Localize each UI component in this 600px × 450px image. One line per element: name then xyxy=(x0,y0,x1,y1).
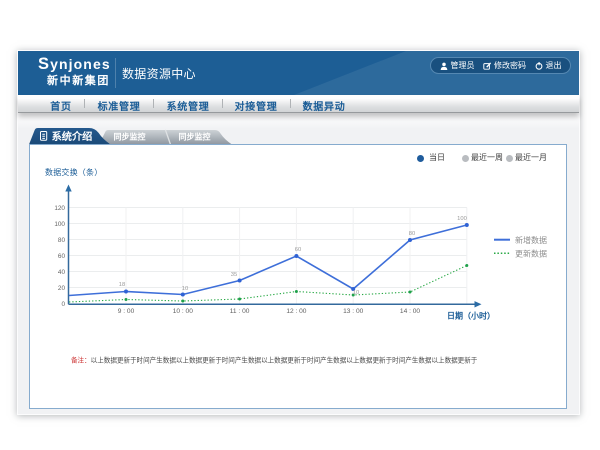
svg-text:100: 100 xyxy=(457,216,467,222)
svg-text:12 : 00: 12 : 00 xyxy=(286,308,306,315)
svg-text:14 : 00: 14 : 00 xyxy=(400,308,420,315)
svg-text:系统介绍: 系统介绍 xyxy=(52,130,93,143)
svg-text:同步监控: 同步监控 xyxy=(114,132,146,142)
svg-text:10 : 00: 10 : 00 xyxy=(173,308,193,315)
svg-text:60: 60 xyxy=(295,247,301,253)
svg-text:9 : 00: 9 : 00 xyxy=(118,308,135,315)
svg-text:同步监控: 同步监控 xyxy=(179,132,211,142)
svg-text:100: 100 xyxy=(54,221,65,228)
svg-text:60: 60 xyxy=(58,253,66,260)
svg-text:0: 0 xyxy=(61,301,65,308)
svg-text:13 : 00: 13 : 00 xyxy=(343,308,363,315)
svg-text:18: 18 xyxy=(119,282,125,288)
svg-text:日期（小时）: 日期（小时） xyxy=(447,311,495,321)
svg-text:10: 10 xyxy=(353,290,359,296)
svg-text:11 : 00: 11 : 00 xyxy=(230,308,250,315)
svg-text:10: 10 xyxy=(182,286,188,292)
svg-text:40: 40 xyxy=(58,269,66,276)
svg-text:20: 20 xyxy=(58,285,66,292)
svg-text:35: 35 xyxy=(231,272,237,278)
svg-text:更新数据: 更新数据 xyxy=(515,249,547,259)
svg-text:新增数据: 新增数据 xyxy=(515,235,547,245)
svg-text:80: 80 xyxy=(409,231,415,237)
svg-text:120: 120 xyxy=(54,205,65,212)
svg-text:80: 80 xyxy=(58,237,66,244)
